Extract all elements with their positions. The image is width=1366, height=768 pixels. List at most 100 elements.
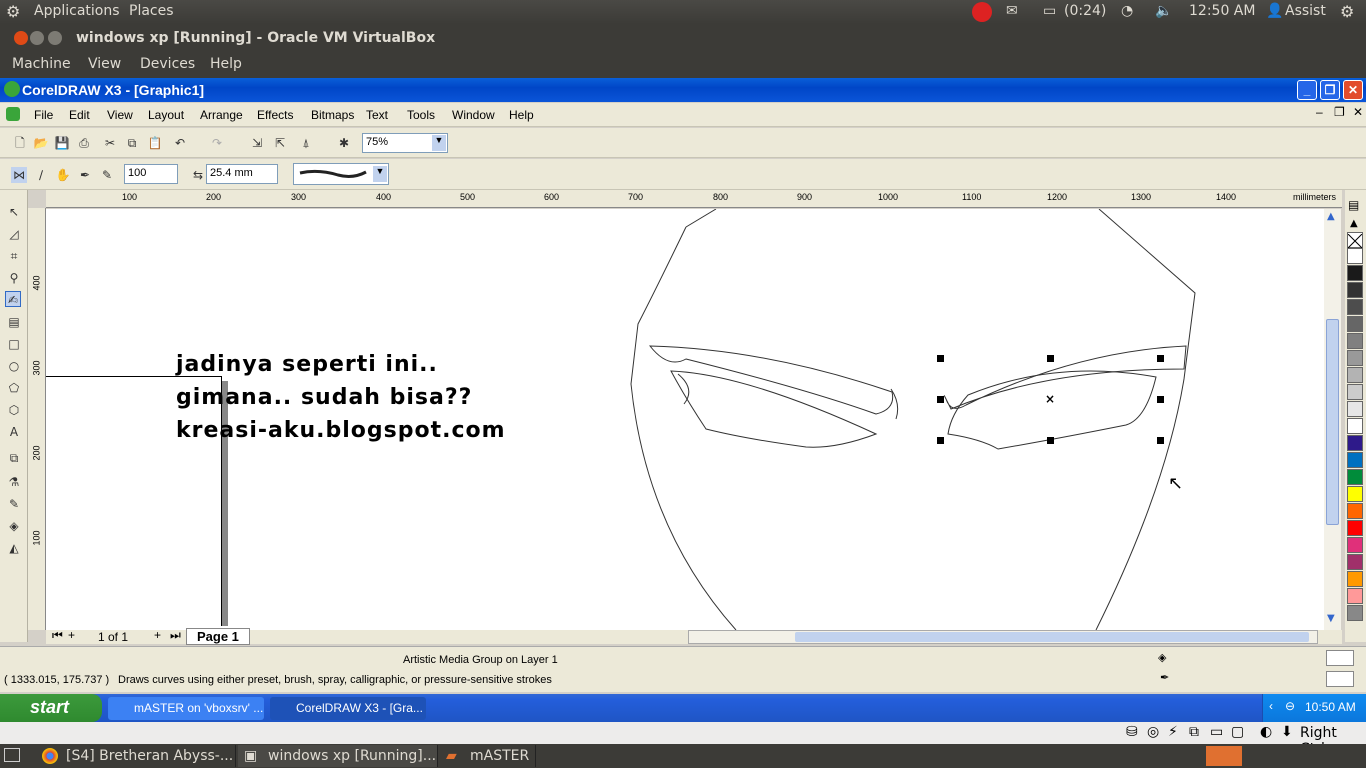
- scroll-thumb[interactable]: [795, 632, 1309, 642]
- scroll-up-icon[interactable]: ▲: [1327, 211, 1335, 222]
- color-swatch[interactable]: [1347, 384, 1363, 400]
- color-swatch[interactable]: [1347, 554, 1363, 570]
- undo-icon[interactable]: ↶: [172, 135, 188, 151]
- polygon-tool-icon[interactable]: ⬠: [6, 380, 22, 396]
- color-swatch[interactable]: [1347, 486, 1363, 502]
- basic-shapes-tool-icon[interactable]: ⬡: [6, 402, 22, 418]
- color-swatch[interactable]: [1347, 248, 1363, 264]
- interactive-fill-tool-icon[interactable]: ◭: [6, 540, 22, 556]
- chevron-down-icon[interactable]: ▼: [373, 166, 387, 182]
- applications-menu[interactable]: Applications: [34, 3, 120, 19]
- doc-minimize-icon[interactable]: –: [1316, 105, 1323, 119]
- color-swatch[interactable]: [1347, 503, 1363, 519]
- color-swatch[interactable]: [1347, 537, 1363, 553]
- stroke-preset-select[interactable]: ▼: [293, 163, 389, 185]
- page-tab[interactable]: Page 1: [186, 628, 250, 645]
- show-desktop-icon[interactable]: [4, 748, 20, 762]
- redo-icon[interactable]: ↷: [209, 135, 225, 151]
- capture-icon[interactable]: ◐: [1260, 724, 1272, 740]
- start-button[interactable]: start: [0, 694, 102, 722]
- maximize-icon[interactable]: [48, 31, 62, 45]
- calligraphic-icon[interactable]: ✒: [77, 167, 93, 183]
- color-swatch[interactable]: [1347, 299, 1363, 315]
- selection-handle[interactable]: [1157, 396, 1164, 403]
- cd-icon[interactable]: ◎: [1147, 724, 1159, 740]
- xp-task-coreldraw[interactable]: CorelDRAW X3 - [Gra...: [270, 697, 426, 720]
- usb-icon[interactable]: ⚡: [1168, 724, 1178, 740]
- chevron-down-icon[interactable]: ▼: [432, 135, 446, 151]
- menu-view[interactable]: View: [88, 56, 121, 72]
- ubuntu-logo-icon[interactable]: ⚙: [6, 2, 20, 21]
- wifi-icon[interactable]: ◔: [1121, 3, 1133, 19]
- ubuntu-task-vbox[interactable]: ▣ windows xp [Running]...: [238, 745, 438, 767]
- zoom-tool-icon[interactable]: ⚲: [6, 270, 22, 286]
- shape-tool-icon[interactable]: ◿: [6, 226, 22, 242]
- document-icon[interactable]: [6, 107, 20, 121]
- menu-help[interactable]: Help: [210, 56, 242, 72]
- selection-handle[interactable]: [937, 396, 944, 403]
- selection-handle[interactable]: [1047, 355, 1054, 362]
- rectangle-tool-icon[interactable]: □: [6, 336, 22, 352]
- hdd-icon[interactable]: ⛁: [1126, 724, 1138, 740]
- pressure-icon[interactable]: ✎: [99, 167, 115, 183]
- workspace-switcher[interactable]: [1206, 746, 1242, 766]
- xp-clock[interactable]: 10:50 AM: [1305, 700, 1356, 714]
- menu-effects[interactable]: Effects: [257, 108, 293, 122]
- horizontal-ruler[interactable]: 100 200 300 400 500 600 700 800 900 1000…: [46, 190, 1342, 208]
- color-swatch[interactable]: [1347, 452, 1363, 468]
- menu-machine[interactable]: Machine: [12, 56, 71, 72]
- application-launcher-icon[interactable]: ⍋: [298, 135, 314, 151]
- volume-icon[interactable]: 🔈: [1155, 3, 1172, 19]
- menu-devices[interactable]: Devices: [140, 56, 195, 72]
- save-icon[interactable]: 💾: [54, 135, 70, 151]
- smart-fill-tool-icon[interactable]: ▤: [6, 314, 22, 330]
- center-marker-icon[interactable]: ×: [1045, 392, 1055, 406]
- menu-tools[interactable]: Tools: [407, 108, 435, 122]
- ubuntu-task-chrome[interactable]: [S4] Bretheran Abyss-...: [36, 745, 236, 767]
- network-icon[interactable]: ⧉: [1189, 724, 1199, 740]
- user-icon[interactable]: 👤: [1266, 3, 1283, 19]
- color-swatch[interactable]: [1347, 333, 1363, 349]
- width-icon[interactable]: ⇆: [190, 167, 206, 183]
- selection-handle[interactable]: [1157, 355, 1164, 362]
- color-swatch[interactable]: [1347, 418, 1363, 434]
- sprayer-icon[interactable]: ✋: [55, 167, 71, 183]
- color-swatch[interactable]: [1347, 605, 1363, 621]
- open-icon[interactable]: 📂: [33, 135, 49, 151]
- selection-handle[interactable]: [1157, 437, 1164, 444]
- xp-task-folder[interactable]: mASTER on 'vboxsrv' ...: [108, 697, 264, 720]
- color-swatch[interactable]: [1347, 282, 1363, 298]
- mouse-icon[interactable]: ⬇: [1281, 724, 1293, 740]
- ubuntu-task-folder[interactable]: ▰ mASTER: [440, 745, 536, 767]
- crop-tool-icon[interactable]: ⌗: [6, 248, 22, 264]
- selection-handle[interactable]: [937, 355, 944, 362]
- brush-icon[interactable]: ∕: [33, 167, 49, 183]
- add-page-icon[interactable]: +: [68, 628, 75, 642]
- paste-icon[interactable]: 📋: [147, 135, 163, 151]
- shared-folder-icon[interactable]: ▭: [1210, 724, 1223, 740]
- color-swatch[interactable]: [1347, 571, 1363, 587]
- xp-minimize-button[interactable]: _: [1297, 80, 1317, 100]
- battery-icon[interactable]: ▭: [1043, 3, 1056, 19]
- display-icon[interactable]: ▢: [1231, 724, 1244, 740]
- doc-restore-icon[interactable]: ❐: [1334, 105, 1345, 119]
- text-tool-icon[interactable]: A: [6, 424, 22, 440]
- menu-edit[interactable]: Edit: [69, 108, 90, 122]
- stroke-width-input[interactable]: 25.4 mm: [206, 164, 278, 184]
- color-swatch[interactable]: [1347, 469, 1363, 485]
- busy-icon[interactable]: [972, 2, 992, 22]
- cut-icon[interactable]: ✂: [102, 135, 118, 151]
- color-swatch[interactable]: [1347, 367, 1363, 383]
- color-swatch[interactable]: [1347, 350, 1363, 366]
- menu-arrange[interactable]: Arrange: [200, 108, 243, 122]
- scroll-thumb[interactable]: [1326, 319, 1339, 525]
- close-icon[interactable]: [14, 31, 28, 45]
- pick-tool-icon[interactable]: ↖: [6, 204, 22, 220]
- new-icon[interactable]: 🗋: [12, 135, 28, 151]
- drawing-canvas[interactable]: jadinya seperti ini.. gimana.. sudah bis…: [46, 209, 1324, 630]
- menu-view[interactable]: View: [107, 108, 133, 122]
- import-icon[interactable]: ⇲: [249, 135, 265, 151]
- menu-window[interactable]: Window: [452, 108, 495, 122]
- selection-handle[interactable]: [1047, 437, 1054, 444]
- ellipse-tool-icon[interactable]: ○: [6, 358, 22, 374]
